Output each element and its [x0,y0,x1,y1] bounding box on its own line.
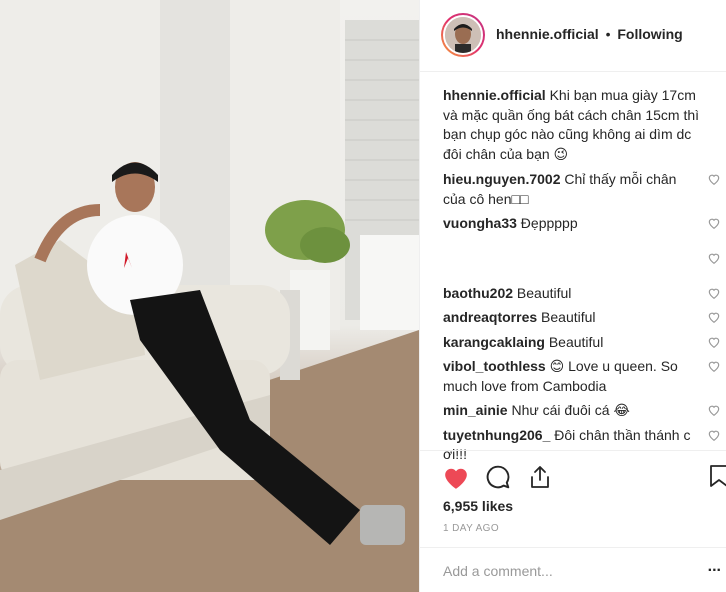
comment-username[interactable]: vibol_toothless [443,358,546,374]
heart-icon[interactable] [443,466,469,490]
photo-illustration [0,0,419,592]
comment-row: vibol_toothless 😊 Love u queen. So much … [443,357,720,396]
avatar[interactable] [441,13,485,57]
bookmark-icon[interactable] [709,464,726,488]
comment-like-icon[interactable] [707,359,721,373]
comment-row [443,239,720,279]
comment-like-icon[interactable] [707,335,721,349]
header-username[interactable]: hhennie.official [496,26,599,42]
more-options-icon[interactable]: ... [708,558,721,576]
post-photo[interactable] [0,0,419,592]
comment-text: Đẹppppp [520,215,578,231]
comment-text: Beautiful [516,284,572,301]
comment-like-icon[interactable] [707,310,721,324]
comment-text: Như cái đuôi cá 😂 [511,402,630,418]
comment-row: tuyetnhung206_ Đôi chân thần thánh c ơi!… [443,426,720,465]
avatar-image [445,17,481,53]
comment-like-icon[interactable] [707,286,721,300]
comment-icon[interactable] [485,464,511,490]
add-comment-input[interactable]: Add a comment... [443,563,553,579]
post-header: hhennie.official • Following [420,0,726,72]
comment-row: andreaqtorres Beautiful [443,308,720,328]
header-separator: • [605,26,611,42]
comment-row: karangcaklaing Beautiful [443,333,720,353]
comment-row: hieu.nguyen.7002 Chỉ thấy mỗi chân của c… [443,170,720,209]
comment-text: Beautiful [548,333,604,350]
comment-input-bar: Add a comment... ... [420,547,726,592]
caption: hhennie.official Khi bạn mua giày 17cm v… [443,86,713,164]
comments-list: hhennie.official Khi bạn mua giày 17cm v… [443,86,720,470]
comment-like-icon[interactable] [707,216,721,230]
comment-like-icon[interactable] [707,403,721,417]
comment-row: baothu202 Beautiful [443,284,720,304]
comment-username[interactable]: karangcaklaing [443,334,545,350]
comment-row: min_ainie Như cái đuôi cá 😂 [443,401,720,421]
post-timestamp: 1 DAY AGO [443,523,500,534]
comment-username[interactable]: andreaqtorres [443,309,537,325]
comment-username[interactable]: hieu.nguyen.7002 [443,171,560,187]
comment-username[interactable]: vuongha33 [443,215,517,231]
comment-row: vuongha33 Đẹppppp [443,214,720,234]
post-side-panel: hhennie.official • Following hhennie.off… [419,0,726,592]
likes-count[interactable]: 6,955 likes [443,498,513,514]
comment-text: Beautiful [541,309,596,325]
action-bar [420,450,726,489]
following-button[interactable]: Following [617,26,682,42]
comment-username[interactable]: tuyetnhung206_ [443,427,550,443]
comment-like-icon[interactable] [707,251,721,265]
caption-username[interactable]: hhennie.official [443,87,546,103]
share-icon[interactable] [528,464,552,490]
comment-like-icon[interactable] [707,428,721,442]
comment-like-icon[interactable] [707,172,721,186]
comment-username[interactable]: min_ainie [443,402,508,418]
comment-username[interactable]: baothu202 [443,285,513,301]
